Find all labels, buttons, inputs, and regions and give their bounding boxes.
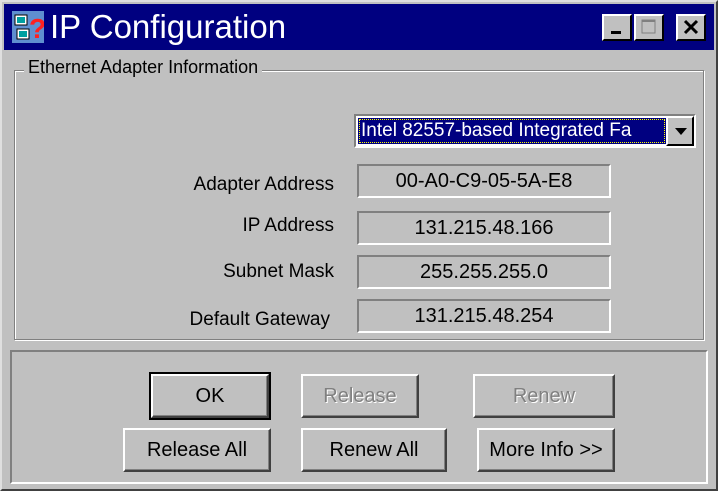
renew-button[interactable]: Renew	[473, 374, 615, 418]
ip-address-value: 131.215.48.166	[357, 211, 611, 245]
subnet-mask-label: Subnet Mask	[223, 261, 334, 282]
adapter-select-value: Intel 82557-based Integrated Fa	[358, 118, 666, 144]
default-gateway-label: Default Gateway	[189, 309, 330, 330]
close-icon	[683, 19, 699, 35]
adapter-select-dropdown-button[interactable]	[666, 116, 694, 146]
default-gateway-value: 131.215.48.254	[357, 299, 611, 333]
minimize-button[interactable]	[602, 14, 632, 41]
window-title: IP Configuration	[50, 8, 287, 45]
adapter-address-label: Adapter Address	[193, 174, 334, 195]
adapter-address-value: 00-A0-C9-05-5A-E8	[357, 164, 611, 198]
renew-all-button[interactable]: Renew All	[301, 428, 447, 472]
svg-text:?: ?	[29, 13, 44, 43]
maximize-button[interactable]	[634, 14, 664, 41]
ip-config-app-icon: ?	[12, 11, 44, 43]
title-bar[interactable]: ? IP Configuration	[4, 4, 714, 50]
ip-address-label: IP Address	[242, 215, 334, 236]
more-info-button[interactable]: More Info >>	[477, 428, 615, 472]
ip-configuration-window: ? IP Configuration Ethernet Adapter Info…	[0, 0, 718, 491]
minimize-icon	[611, 31, 621, 34]
release-all-button[interactable]: Release All	[123, 428, 271, 472]
subnet-mask-value: 255.255.255.0	[357, 255, 611, 289]
adapter-info-group-label: Ethernet Adapter Information	[24, 56, 263, 78]
release-button[interactable]: Release	[301, 374, 419, 418]
close-button[interactable]	[676, 14, 706, 41]
chevron-down-icon	[675, 128, 687, 135]
ok-button[interactable]: OK	[149, 372, 271, 420]
maximize-icon	[641, 19, 656, 34]
adapter-select[interactable]: Intel 82557-based Integrated Fa	[354, 114, 696, 148]
